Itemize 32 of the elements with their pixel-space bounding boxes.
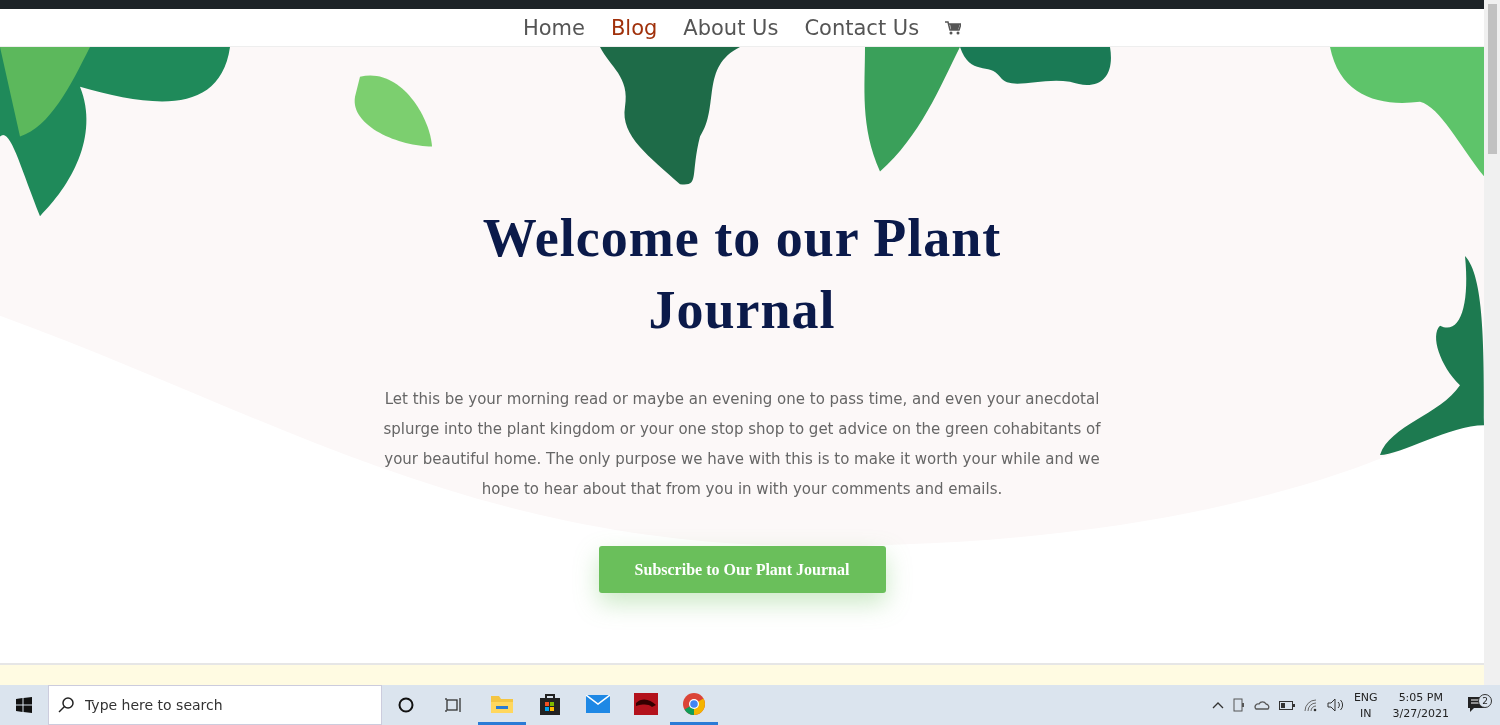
nav-link[interactable]: About Us: [683, 15, 779, 40]
date-label: 3/27/2021: [1392, 706, 1449, 720]
caret-icon[interactable]: [1211, 701, 1224, 709]
envelope-icon: [586, 694, 610, 713]
device-icon[interactable]: [1232, 698, 1245, 712]
hero-title: Welcome to our Plant Journal: [481, 207, 1003, 342]
notification-count: 2: [1478, 694, 1492, 708]
scrollbar[interactable]: [1484, 0, 1500, 685]
notification-button[interactable]: 2: [1458, 696, 1494, 714]
scrollbar-thumb[interactable]: [1487, 4, 1497, 154]
folder-icon: [490, 693, 514, 714]
language-indicator[interactable]: ENG IN: [1353, 690, 1378, 720]
nav-link[interactable]: Contact Us: [804, 15, 920, 40]
task-view-icon: [445, 697, 463, 713]
nav-link[interactable]: Blog: [610, 15, 658, 40]
search-field[interactable]: Type here to search: [48, 685, 382, 725]
shopping-bag-icon: [539, 691, 561, 716]
time-label: 5:05 PM: [1398, 690, 1443, 704]
cart-icon[interactable]: [945, 20, 962, 35]
app-icon: [634, 692, 658, 715]
wifi-icon[interactable]: [1303, 698, 1318, 712]
cloud-icon[interactable]: [1253, 700, 1270, 710]
battery-icon[interactable]: [1278, 700, 1295, 710]
language-label: ENG: [1353, 690, 1378, 704]
windows-icon: [16, 697, 32, 713]
speaker-icon[interactable]: [1326, 698, 1345, 712]
region-label: IN: [1360, 706, 1372, 720]
clock[interactable]: 5:05 PM 3/27/2021: [1392, 690, 1449, 720]
browser-icon: [682, 691, 706, 716]
nav-link[interactable]: Home: [522, 15, 585, 40]
circle-icon: [398, 697, 414, 713]
hero-text: Let this be your morning read or maybe an evening one to pass time, and even your anecdotal splurge into the plant kingdom or your one stop shop to get advice on the green cohabitants of your beautiful home. The only purpose we have with this is to make it worth your while and we hope to hear about that from you in with your comments and emails.: [382, 389, 1102, 500]
